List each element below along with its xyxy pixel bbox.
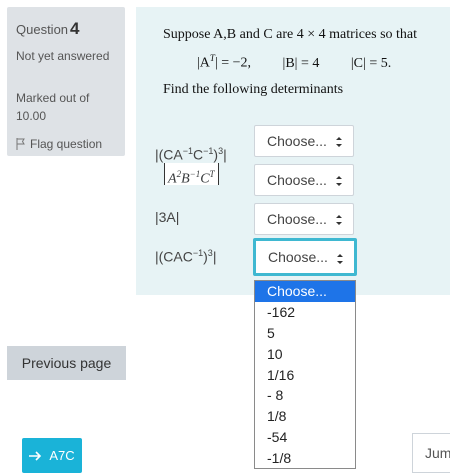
row-4-part-a: |(CAC bbox=[155, 248, 193, 265]
row-1-part-a: |(CA bbox=[155, 146, 183, 163]
row-1-sup-2: −1 bbox=[203, 146, 214, 156]
dropdown-option[interactable]: - 8 bbox=[255, 385, 355, 406]
det-b: |B| = 4 bbox=[282, 55, 320, 71]
question-intro: Suppose A,B and C are 4 × 4 matrices so … bbox=[163, 27, 418, 42]
select-arrows-icon bbox=[336, 176, 342, 186]
answer-select-2[interactable]: Choose... bbox=[254, 164, 354, 196]
row-2-sup-c: T bbox=[209, 169, 215, 179]
dropdown-option[interactable]: 5 bbox=[255, 323, 355, 344]
atc-button[interactable]: A7C bbox=[22, 438, 82, 473]
dropdown-option[interactable]: Choose... bbox=[255, 281, 355, 302]
row-1-sup-1: −1 bbox=[182, 146, 194, 156]
select-arrows-icon bbox=[336, 215, 342, 225]
row-3-label: |3A| bbox=[155, 209, 180, 225]
dropdown-option[interactable]: -54 bbox=[255, 427, 355, 448]
question-text: Suppose A,B and C are 4 × 4 matrices so … bbox=[163, 27, 418, 97]
row-4-label: |(CAC−1)3| bbox=[155, 248, 216, 265]
dropdown-option[interactable]: -1/8 bbox=[255, 448, 355, 469]
row-2-sup-b: −1 bbox=[189, 169, 201, 179]
select-arrows-icon bbox=[336, 137, 342, 147]
arrow-right-icon bbox=[29, 450, 42, 461]
det-at-text: |A bbox=[197, 55, 210, 71]
row-2-a: A bbox=[168, 171, 177, 187]
row-1-part-b: C bbox=[193, 146, 204, 163]
select-3-value: Choose... bbox=[267, 211, 327, 227]
det-c: |C| = 5. bbox=[350, 55, 392, 71]
answer-dropdown-list[interactable]: Choose... -162 5 10 1/16 - 8 1/8 -54 -1/… bbox=[254, 280, 356, 469]
row-1-part-d: | bbox=[223, 146, 227, 163]
previous-page-button[interactable]: Previous page bbox=[7, 346, 126, 380]
select-1-value: Choose... bbox=[267, 133, 327, 149]
question-grade: Marked out of 10.00 bbox=[16, 91, 90, 123]
jump-to-select[interactable]: Jum bbox=[412, 433, 450, 473]
flag-question-label: Flag question bbox=[30, 137, 103, 151]
dropdown-option[interactable]: 1/16 bbox=[255, 365, 355, 386]
question-given-values: |AT| = −2, |B| = 4 |C| = 5. bbox=[197, 53, 419, 72]
answer-select-1[interactable]: Choose... bbox=[254, 125, 354, 157]
question-info-panel: Question 4 Not yet answered Marked out of… bbox=[7, 7, 125, 156]
question-state: Not yet answered bbox=[16, 49, 110, 63]
question-number: Question 4 bbox=[16, 19, 80, 39]
question-number-value: 4 bbox=[70, 19, 80, 38]
answer-select-4[interactable]: Choose... bbox=[253, 238, 357, 276]
row-4-part-c: | bbox=[212, 248, 217, 265]
row-2-b: B bbox=[181, 171, 190, 187]
row-2-c: C bbox=[200, 171, 210, 187]
question-label: Question bbox=[16, 22, 69, 37]
flag-question-link[interactable]: Flag question bbox=[16, 137, 102, 151]
row-2-label: A2B−1CT bbox=[164, 163, 219, 187]
dropdown-option[interactable]: 10 bbox=[255, 344, 355, 365]
select-2-value: Choose... bbox=[267, 172, 327, 188]
det-a-transpose: |AT| = −2, bbox=[197, 53, 251, 72]
dropdown-option[interactable]: -162 bbox=[255, 302, 355, 323]
row-4-sup-1: −1 bbox=[192, 248, 204, 258]
select-arrows-icon bbox=[337, 254, 343, 264]
row-1-label: |(CA−1C−1)3| bbox=[155, 146, 227, 163]
question-instruction: Find the following determinants bbox=[163, 82, 344, 97]
answer-select-3[interactable]: Choose... bbox=[254, 203, 354, 235]
select-4-value: Choose... bbox=[268, 249, 328, 265]
det-at-rest: | = −2, bbox=[214, 55, 252, 71]
dropdown-option[interactable]: 1/8 bbox=[255, 406, 355, 427]
flag-icon bbox=[16, 138, 25, 150]
atc-label: A7C bbox=[49, 448, 75, 463]
